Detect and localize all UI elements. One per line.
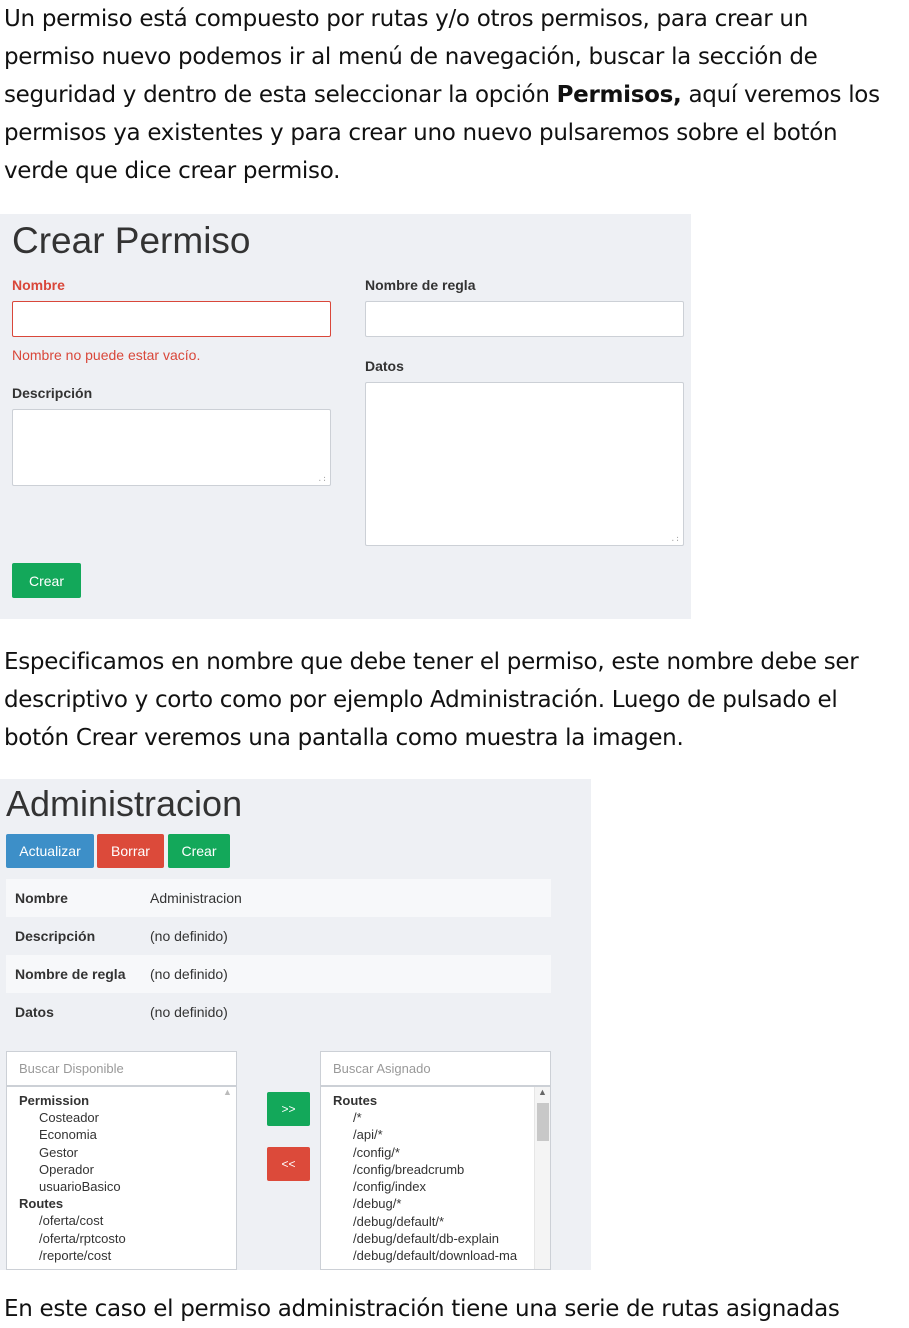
middle-line-2: descriptivo y corto como por ejemplo Adm…	[4, 687, 838, 713]
list-item[interactable]: /debug/default/*	[321, 1213, 550, 1230]
list-item[interactable]: /*	[321, 1109, 550, 1126]
list-item[interactable]: /api/*	[321, 1126, 550, 1143]
detail-value: (no definido)	[150, 928, 228, 944]
intro-line-1: Un permiso está compuesto por rutas y/o …	[4, 6, 808, 32]
list-group-label: Permission	[19, 1093, 90, 1108]
footer-paragraph: En este caso el permiso administración t…	[4, 1290, 904, 1328]
intro-paragraph: Un permiso está compuesto por rutas y/o …	[4, 0, 904, 190]
datos-label: Datos	[365, 358, 404, 374]
search-available-input[interactable]: Buscar Disponible	[6, 1051, 237, 1086]
intro-line-3-end: aquí veremos los	[681, 82, 880, 108]
list-item[interactable]: /oferta/cost	[7, 1212, 236, 1229]
assign-button[interactable]: >>	[267, 1092, 310, 1126]
intro-line-3: seguridad y dentro de esta seleccionar l…	[4, 76, 904, 114]
permission-title: Administracion	[6, 783, 243, 824]
regla-input[interactable]	[365, 301, 684, 337]
list-item[interactable]: /config/*	[321, 1144, 550, 1161]
list-item[interactable]: Gestor	[7, 1144, 236, 1161]
detail-row: Datos (no definido)	[6, 993, 551, 1031]
assigned-list[interactable]: Routes /* /api/* /config/* /config/bread…	[320, 1086, 551, 1270]
list-item[interactable]: /config/breadcrumb	[321, 1161, 550, 1178]
datos-textarea[interactable]: .:	[365, 382, 684, 546]
list-item[interactable]: /config/index	[321, 1178, 550, 1195]
detail-row: Descripción (no definido)	[6, 917, 551, 955]
middle-line-3: botón Crear veremos una pantalla como mu…	[4, 725, 684, 751]
actualizar-button[interactable]: Actualizar	[6, 834, 94, 868]
list-item[interactable]: /reporte/cost	[7, 1247, 236, 1264]
nombre-input[interactable]	[12, 301, 331, 337]
detail-key: Datos	[15, 1004, 54, 1020]
list-group-label: Routes	[333, 1093, 378, 1108]
scroll-up-icon[interactable]: ▲	[538, 1087, 547, 1097]
list-item[interactable]: /debug/default/download-ma	[321, 1247, 550, 1264]
search-assigned-input[interactable]: Buscar Asignado	[320, 1051, 551, 1086]
regla-label: Nombre de regla	[365, 277, 476, 293]
nombre-label: Nombre	[12, 277, 65, 293]
detail-key: Descripción	[15, 928, 96, 944]
create-permission-panel: Crear Permiso Nombre Nombre no puede est…	[0, 214, 691, 619]
detail-value: (no definido)	[150, 966, 228, 982]
detail-key: Nombre	[15, 890, 68, 906]
detail-value: Administracion	[150, 890, 242, 906]
intro-line-4: permisos ya existentes y para crear uno …	[4, 120, 838, 146]
detail-row: Nombre de regla (no definido)	[6, 955, 551, 993]
intro-line-5: verde que dice crear permiso.	[4, 158, 341, 184]
crear-button[interactable]: Crear	[168, 834, 230, 868]
descripcion-textarea[interactable]: .:	[12, 409, 331, 486]
page-title: Crear Permiso	[12, 220, 251, 261]
footer-line-1: En este caso el permiso administración t…	[4, 1296, 840, 1322]
detail-table: Nombre Administracion Descripción (no de…	[6, 879, 551, 1031]
intro-permisos-bold: Permisos,	[556, 82, 682, 108]
intro-line-3-start: seguridad y dentro de esta seleccionar l…	[4, 82, 557, 108]
permission-detail-panel: Administracion Actualizar Borrar Crear N…	[0, 779, 591, 1270]
nombre-error-message: Nombre no puede estar vacío.	[12, 347, 201, 363]
list-group-label: Routes	[19, 1196, 64, 1212]
scrollbar[interactable]: ▲	[534, 1087, 550, 1269]
detail-key: Nombre de regla	[15, 966, 126, 982]
list-item[interactable]: usuarioBasico	[7, 1178, 236, 1195]
scroll-thumb[interactable]	[537, 1103, 549, 1141]
descripcion-label: Descripción	[12, 385, 93, 401]
list-item[interactable]: Costeador	[7, 1109, 236, 1126]
detail-value: (no definido)	[150, 1004, 228, 1020]
intro-line-2: permiso nuevo podemos ir al menú de nave…	[4, 44, 818, 70]
scroll-up-icon[interactable]: ▲	[223, 1087, 232, 1097]
resize-grip-icon[interactable]: .:	[317, 475, 327, 483]
resize-grip-icon[interactable]: .:	[670, 535, 680, 543]
borrar-button[interactable]: Borrar	[97, 834, 164, 868]
remove-button[interactable]: <<	[267, 1147, 310, 1181]
available-list[interactable]: Permission Costeador Economia Gestor Ope…	[6, 1086, 237, 1270]
middle-paragraph: Especificamos en nombre que debe tener e…	[4, 643, 904, 757]
list-item[interactable]: /debug/default/db-explain	[321, 1230, 550, 1247]
scrollbar[interactable]: ▲	[220, 1087, 236, 1269]
middle-line-1: Especificamos en nombre que debe tener e…	[4, 649, 859, 675]
list-item[interactable]: /oferta/rptcosto	[7, 1230, 236, 1247]
list-item[interactable]: Operador	[7, 1161, 236, 1178]
list-item[interactable]: /debug/*	[321, 1195, 550, 1212]
crear-button[interactable]: Crear	[12, 563, 81, 598]
list-item[interactable]: Economia	[7, 1126, 236, 1143]
detail-row: Nombre Administracion	[6, 879, 551, 917]
